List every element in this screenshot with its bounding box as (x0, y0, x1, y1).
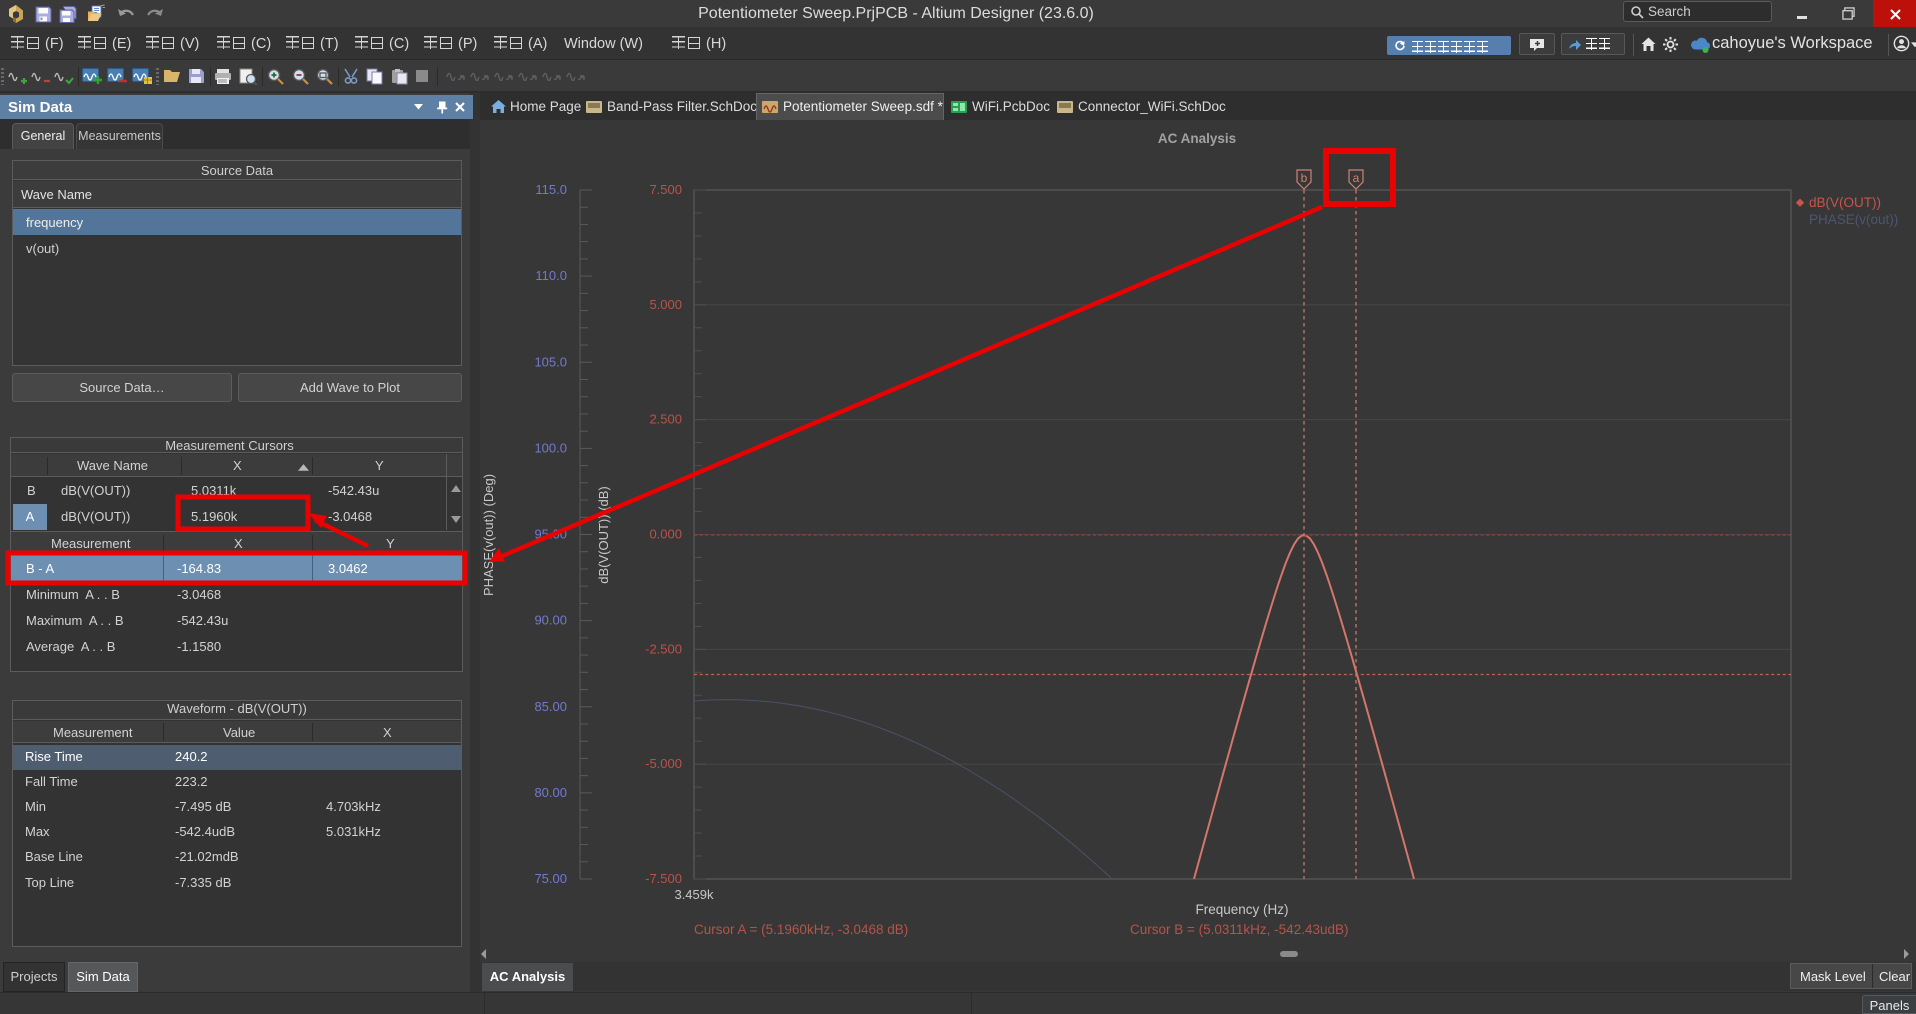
svg-text:75.00: 75.00 (534, 871, 567, 886)
svg-text:dB(V(OUT)) (dB): dB(V(OUT)) (dB) (596, 486, 611, 584)
svg-text:115.0: 115.0 (535, 182, 567, 197)
svg-text:5.000: 5.000 (649, 297, 682, 312)
svg-text:-7.500: -7.500 (645, 871, 682, 886)
svg-text:Cursor A = (5.1960kHz, -3.0468: Cursor A = (5.1960kHz, -3.0468 dB) (694, 922, 908, 937)
svg-text:110.0: 110.0 (535, 268, 567, 283)
svg-text:PHASE(v(out)): PHASE(v(out)) (1809, 212, 1898, 227)
svg-text:105.0: 105.0 (534, 354, 567, 369)
svg-text:-5.000: -5.000 (645, 756, 682, 771)
svg-text:95.00: 95.00 (534, 527, 567, 542)
svg-text:90.00: 90.00 (534, 613, 567, 628)
svg-text:a: a (1353, 171, 1360, 185)
svg-text:80.00: 80.00 (534, 785, 567, 800)
svg-text:3.459k: 3.459k (674, 887, 714, 902)
svg-text:85.00: 85.00 (534, 699, 567, 714)
svg-text:0.000: 0.000 (649, 526, 682, 541)
svg-text:AC Analysis: AC Analysis (1158, 131, 1236, 146)
svg-text:Cursor B = (5.0311kHz, -542.43: Cursor B = (5.0311kHz, -542.43udB) (1130, 922, 1349, 937)
svg-text:-2.500: -2.500 (645, 641, 682, 656)
svg-text:7.500: 7.500 (649, 182, 682, 197)
svg-text:dB(V(OUT)): dB(V(OUT)) (1809, 195, 1881, 210)
svg-text:b: b (1301, 171, 1308, 185)
svg-text:PHASE(v(out)) (Deg): PHASE(v(out)) (Deg) (481, 474, 496, 596)
svg-text:2.500: 2.500 (649, 412, 682, 427)
svg-text:Frequency (Hz): Frequency (Hz) (1195, 902, 1288, 917)
svg-text:100.0: 100.0 (534, 440, 567, 455)
